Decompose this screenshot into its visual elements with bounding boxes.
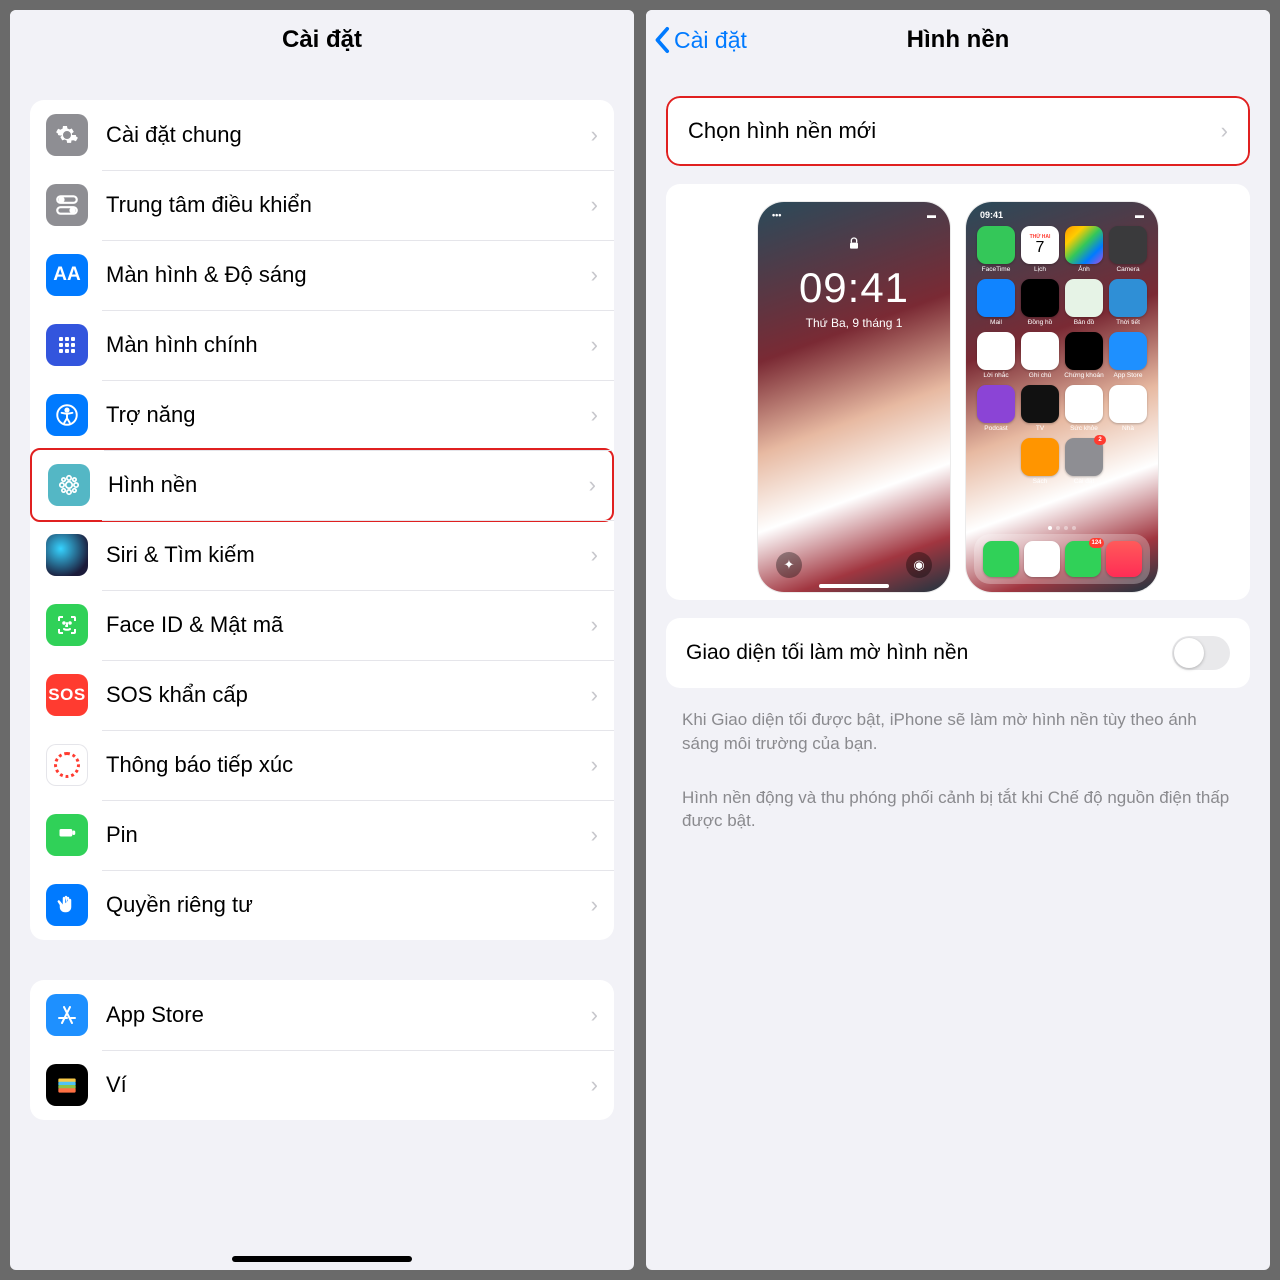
row-home-screen[interactable]: Màn hình chính › [30, 310, 614, 380]
badge: 124 [1089, 538, 1103, 548]
camera-icon: ◉ [906, 552, 932, 578]
row-label: Màn hình chính [106, 332, 591, 358]
row-label: Trung tâm điều khiển [106, 192, 591, 218]
chevron-right-icon: › [591, 612, 598, 638]
lock-date: Thứ Ba, 9 tháng 1 [758, 316, 950, 330]
row-label: Màn hình & Độ sáng [106, 262, 591, 288]
chevron-right-icon: › [591, 262, 598, 288]
row-display-brightness[interactable]: AA Màn hình & Độ sáng › [30, 240, 614, 310]
navbar: Cài đặt [10, 10, 634, 70]
row-label: Thông báo tiếp xúc [106, 752, 591, 778]
chevron-right-icon: › [591, 332, 598, 358]
navbar: Cài đặt Hình nền [646, 10, 1270, 70]
page-title: Hình nền [907, 26, 1010, 54]
lockscreen-preview[interactable]: •••▬ 09:41 Thứ Ba, 9 tháng 1 ✦ ◉ [758, 202, 950, 592]
footer-note-2: Hình nền động và thu phóng phối cảnh bị … [646, 778, 1270, 856]
text-size-icon: AA [46, 254, 88, 296]
statusbar: 09:41▬ [966, 210, 1158, 220]
row-label: SOS khẩn cấp [106, 682, 591, 708]
app-grid: FaceTime THỨ HAI7Lịch Ảnh Camera Mail Đồ… [976, 226, 1148, 485]
dock: 124 [974, 534, 1150, 584]
row-battery[interactable]: Pin › [30, 800, 614, 870]
row-label: Cài đặt chung [106, 122, 591, 148]
row-label: App Store [106, 1002, 591, 1028]
chevron-right-icon: › [591, 542, 598, 568]
chevron-right-icon: › [591, 402, 598, 428]
chevron-right-icon: › [591, 1072, 598, 1098]
exposure-icon [46, 744, 88, 786]
wallpaper-icon [48, 464, 90, 506]
row-control-center[interactable]: Trung tâm điều khiển › [30, 170, 614, 240]
row-sos[interactable]: SOS SOS khẩn cấp › [30, 660, 614, 730]
settings-list[interactable]: Cài đặt chung › Trung tâm điều khiển › A… [10, 70, 634, 1270]
faceid-icon [46, 604, 88, 646]
chevron-right-icon: › [591, 752, 598, 778]
sos-icon: SOS [46, 674, 88, 716]
lock-icon [846, 236, 862, 257]
footer-note-1: Khi Giao diện tối được bật, iPhone sẽ là… [646, 700, 1270, 778]
chevron-right-icon: › [591, 1002, 598, 1028]
row-label: Siri & Tìm kiếm [106, 542, 591, 568]
lock-time: 09:41 [758, 264, 950, 312]
chevron-right-icon: › [591, 122, 598, 148]
dim-switch[interactable] [1172, 636, 1230, 670]
row-wallpaper[interactable]: Hình nền › [30, 448, 614, 522]
hand-icon [46, 884, 88, 926]
chevron-right-icon: › [591, 682, 598, 708]
row-label: Chọn hình nền mới [688, 118, 1221, 144]
flashlight-icon: ✦ [776, 552, 802, 578]
chevron-right-icon: › [1221, 118, 1228, 144]
switches-icon [46, 184, 88, 226]
preview-home-indicator [819, 584, 889, 588]
chevron-right-icon: › [591, 192, 598, 218]
back-label: Cài đặt [674, 27, 747, 54]
accessibility-icon [46, 394, 88, 436]
battery-icon [46, 814, 88, 856]
wallpaper-previews: •••▬ 09:41 Thứ Ba, 9 tháng 1 ✦ ◉ 09:41▬ … [666, 184, 1250, 600]
page-dots [966, 526, 1158, 530]
row-label: Face ID & Mật mã [106, 612, 591, 638]
dim-wallpaper-toggle-row: Giao diện tối làm mờ hình nền [666, 618, 1250, 688]
row-label: Trợ năng [106, 402, 591, 428]
back-button[interactable]: Cài đặt [654, 26, 747, 54]
wallet-icon [46, 1064, 88, 1106]
badge: 2 [1094, 435, 1106, 445]
row-label: Pin [106, 822, 591, 848]
home-indicator[interactable] [232, 1256, 412, 1262]
row-siri-search[interactable]: Siri & Tìm kiếm › [30, 520, 614, 590]
row-label: Quyền riêng tư [106, 892, 591, 918]
home-grid-icon [46, 324, 88, 366]
page-title: Cài đặt [282, 26, 362, 54]
toggle-label: Giao diện tối làm mờ hình nền [686, 641, 1172, 665]
homescreen-preview[interactable]: 09:41▬ FaceTime THỨ HAI7Lịch Ảnh Camera … [966, 202, 1158, 592]
row-wallet[interactable]: Ví › [30, 1050, 614, 1120]
choose-new-wallpaper[interactable]: Chọn hình nền mới › [666, 96, 1250, 166]
settings-screen: Cài đặt Cài đặt chung › Trung tâm điều k… [10, 10, 634, 1270]
row-appstore[interactable]: App Store › [30, 980, 614, 1050]
row-general[interactable]: Cài đặt chung › [30, 100, 614, 170]
row-privacy[interactable]: Quyền riêng tư › [30, 870, 614, 940]
chevron-right-icon: › [591, 822, 598, 848]
chevron-right-icon: › [589, 472, 596, 498]
row-faceid-passcode[interactable]: Face ID & Mật mã › [30, 590, 614, 660]
statusbar: •••▬ [758, 210, 950, 220]
row-label: Ví [106, 1072, 591, 1098]
wallpaper-screen: Cài đặt Hình nền Chọn hình nền mới › •••… [646, 10, 1270, 1270]
row-label: Hình nền [108, 472, 589, 498]
siri-icon [46, 534, 88, 576]
gear-icon [46, 114, 88, 156]
chevron-right-icon: › [591, 892, 598, 918]
row-accessibility[interactable]: Trợ năng › [30, 380, 614, 450]
row-exposure[interactable]: Thông báo tiếp xúc › [30, 730, 614, 800]
appstore-icon [46, 994, 88, 1036]
